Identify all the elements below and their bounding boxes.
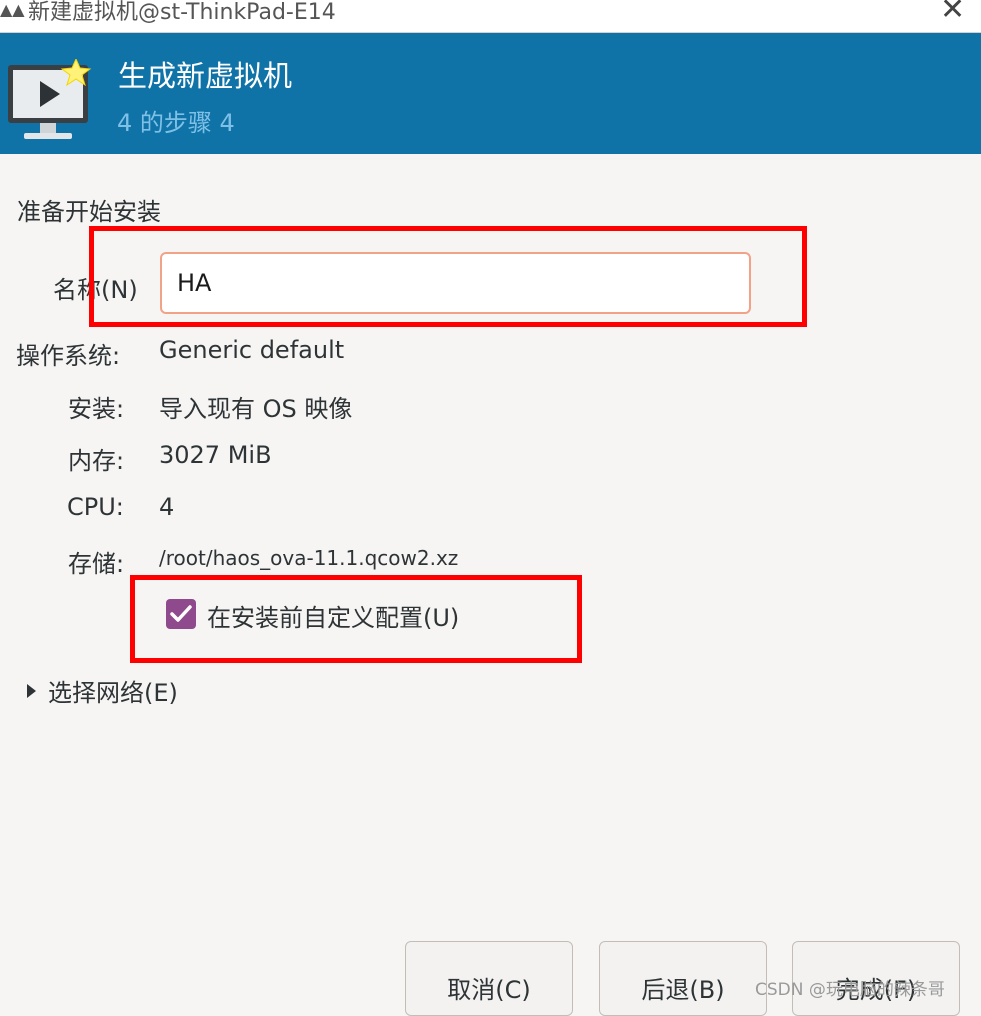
wizard-heading: 生成新虚拟机	[118, 59, 293, 93]
install-label: 安装:	[68, 395, 125, 423]
install-value: 导入现有 OS 映像	[159, 395, 353, 423]
storage-label: 存储:	[68, 550, 125, 578]
network-expander[interactable]: 选择网络(E)	[27, 673, 178, 708]
customize-checkbox[interactable]	[166, 599, 196, 629]
checkmark-icon	[170, 605, 192, 622]
watermark: CSDN @玩电脑的辣条哥	[755, 980, 945, 1000]
back-button[interactable]: 后退(B)	[599, 941, 767, 1016]
new-vm-monitor-icon	[8, 59, 92, 139]
close-icon[interactable]: ✕	[940, 0, 965, 27]
wizard-banner: 生成新虚拟机 4 的步骤 4	[0, 33, 981, 154]
app-icon: ▲▲	[0, 0, 25, 19]
memory-value: 3027 MiB	[159, 441, 272, 469]
os-label: 操作系统:	[16, 342, 121, 370]
os-value: Generic default	[159, 336, 345, 364]
name-label: 名称(N)	[53, 276, 138, 304]
name-input[interactable]	[160, 252, 751, 314]
memory-label: 内存:	[68, 447, 125, 475]
expander-arrow-icon	[27, 684, 36, 698]
storage-value: /root/haos_ova-11.1.qcow2.xz	[159, 546, 459, 570]
cancel-button[interactable]: 取消(C)	[405, 941, 573, 1016]
window-title: 新建虚拟机@st-ThinkPad-E14	[28, 0, 336, 25]
window-titlebar: ▲▲ 新建虚拟机@st-ThinkPad-E14 ✕	[0, 0, 981, 33]
section-title: 准备开始安装	[17, 198, 161, 226]
network-expander-label: 选择网络(E)	[48, 679, 178, 707]
cpu-label: CPU:	[67, 493, 124, 521]
wizard-step-indicator: 4 的步骤 4	[117, 109, 235, 137]
cpu-value: 4	[159, 493, 175, 521]
customize-checkbox-label[interactable]: 在安装前自定义配置(U)	[207, 598, 459, 633]
